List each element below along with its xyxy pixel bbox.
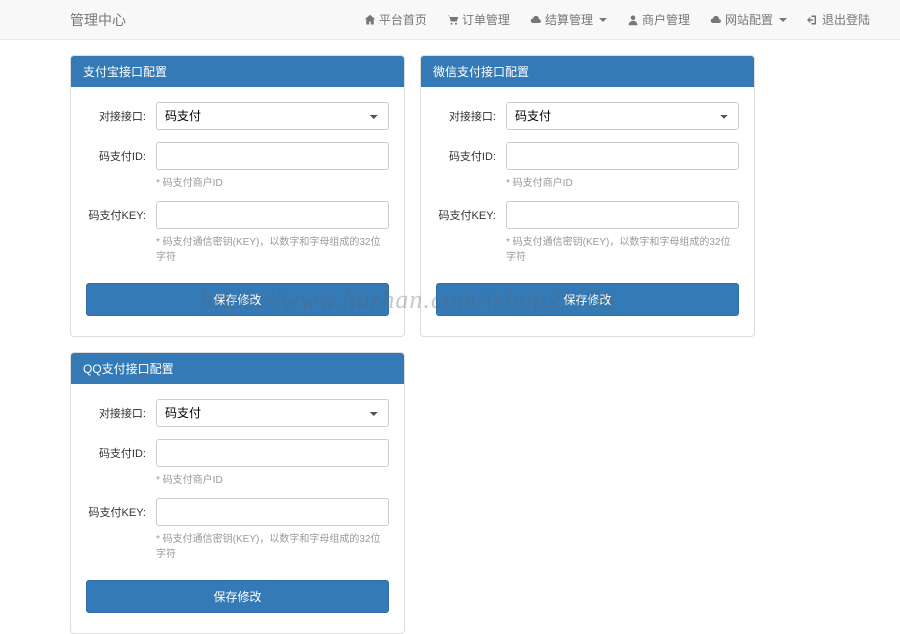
top-navbar: 管理中心 平台首页 订单管理 结算管理 商户管理 网站配置 退出登陆 bbox=[0, 0, 900, 40]
alipay-key-help: * 码支付通信密钥(KEY)，以数字和字母组成的32位字符 bbox=[156, 233, 389, 263]
nav-orders[interactable]: 订单管理 bbox=[447, 11, 510, 28]
wechat-id-help: * 码支付商户ID bbox=[506, 174, 739, 189]
home-icon bbox=[364, 14, 376, 26]
qq-panel-body: 对接接口: 码支付 码支付ID: * 码支付商户ID 码支付KEY: * 码支付… bbox=[71, 384, 404, 633]
brand-title: 管理中心 bbox=[20, 10, 126, 30]
qq-key-label: 码支付KEY: bbox=[86, 498, 156, 520]
alipay-id-input[interactable] bbox=[156, 142, 389, 170]
cart-icon bbox=[447, 14, 459, 26]
qq-key-input[interactable] bbox=[156, 498, 389, 526]
wechat-save-button[interactable]: 保存修改 bbox=[436, 283, 739, 316]
alipay-interface-select[interactable]: 码支付 bbox=[156, 102, 389, 130]
wechat-panel-body: 对接接口: 码支付 码支付ID: * 码支付商户ID 码支付KEY: * 码支付… bbox=[421, 87, 754, 336]
qq-id-help: * 码支付商户ID bbox=[156, 471, 389, 486]
nav-logout[interactable]: 退出登陆 bbox=[807, 11, 870, 28]
wechat-panel: 微信支付接口配置 对接接口: 码支付 码支付ID: * 码支付商户ID 码支付K… bbox=[420, 55, 755, 337]
qq-id-input[interactable] bbox=[156, 439, 389, 467]
wechat-interface-select[interactable]: 码支付 bbox=[506, 102, 739, 130]
alipay-panel: 支付宝接口配置 对接接口: 码支付 码支付ID: * 码支付商户ID 码支付KE… bbox=[70, 55, 405, 337]
nav-site-config[interactable]: 网站配置 bbox=[710, 11, 787, 28]
alipay-id-label: 码支付ID: bbox=[86, 142, 156, 164]
wechat-panel-title: 微信支付接口配置 bbox=[421, 56, 754, 87]
qq-panel: QQ支付接口配置 对接接口: 码支付 码支付ID: * 码支付商户ID 码支付K… bbox=[70, 352, 405, 634]
cloud-icon bbox=[710, 14, 722, 26]
alipay-save-button[interactable]: 保存修改 bbox=[86, 283, 389, 316]
qq-key-help: * 码支付通信密钥(KEY)，以数字和字母组成的32位字符 bbox=[156, 530, 389, 560]
wechat-interface-label: 对接接口: bbox=[436, 102, 506, 124]
alipay-key-label: 码支付KEY: bbox=[86, 201, 156, 223]
logout-icon bbox=[807, 14, 819, 26]
alipay-interface-label: 对接接口: bbox=[86, 102, 156, 124]
nav-home[interactable]: 平台首页 bbox=[364, 11, 427, 28]
alipay-panel-body: 对接接口: 码支付 码支付ID: * 码支付商户ID 码支付KEY: * 码支付… bbox=[71, 87, 404, 336]
wechat-id-label: 码支付ID: bbox=[436, 142, 506, 164]
qq-panel-title: QQ支付接口配置 bbox=[71, 353, 404, 384]
wechat-key-input[interactable] bbox=[506, 201, 739, 229]
cloud-icon bbox=[530, 14, 542, 26]
alipay-panel-title: 支付宝接口配置 bbox=[71, 56, 404, 87]
nav-merchant[interactable]: 商户管理 bbox=[627, 11, 690, 28]
user-icon bbox=[627, 14, 639, 26]
main-container: 支付宝接口配置 对接接口: 码支付 码支付ID: * 码支付商户ID 码支付KE… bbox=[70, 55, 890, 634]
qq-id-label: 码支付ID: bbox=[86, 439, 156, 461]
caret-icon bbox=[599, 18, 607, 22]
nav-settlement[interactable]: 结算管理 bbox=[530, 11, 607, 28]
caret-icon bbox=[779, 18, 787, 22]
alipay-key-input[interactable] bbox=[156, 201, 389, 229]
qq-interface-select[interactable]: 码支付 bbox=[156, 399, 389, 427]
wechat-key-label: 码支付KEY: bbox=[436, 201, 506, 223]
alipay-id-help: * 码支付商户ID bbox=[156, 174, 389, 189]
qq-interface-label: 对接接口: bbox=[86, 399, 156, 421]
nav-menu: 平台首页 订单管理 结算管理 商户管理 网站配置 退出登陆 bbox=[354, 11, 880, 28]
qq-save-button[interactable]: 保存修改 bbox=[86, 580, 389, 613]
wechat-id-input[interactable] bbox=[506, 142, 739, 170]
wechat-key-help: * 码支付通信密钥(KEY)，以数字和字母组成的32位字符 bbox=[506, 233, 739, 263]
